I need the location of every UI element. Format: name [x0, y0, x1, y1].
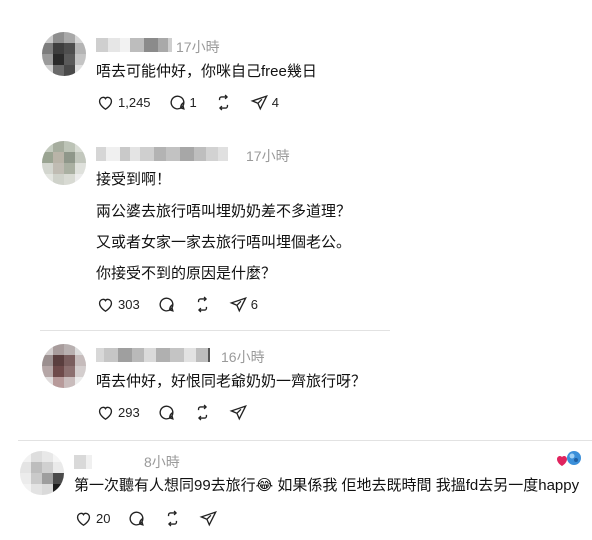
reply-button[interactable]: [157, 403, 176, 422]
comment-text: 接受到啊！: [96, 171, 172, 188]
action-bar: 1,245 1 4: [96, 93, 296, 112]
heart-icon: [98, 96, 113, 111]
comment-text: 唔去仲好，好恨同老爺奶奶一齊旅行呀？: [96, 373, 367, 390]
comment-icon: [159, 405, 174, 420]
reply-count: 1: [189, 95, 197, 110]
avatar[interactable]: [42, 141, 86, 185]
share-icon: [229, 297, 247, 313]
like-count: 20: [96, 511, 111, 526]
timestamp: 17小時: [246, 148, 290, 164]
avatar[interactable]: [20, 451, 64, 495]
action-bar: 20: [74, 509, 235, 528]
repost-icon: [197, 296, 207, 313]
reply-button[interactable]: [127, 509, 146, 528]
timestamp: 17小時: [176, 39, 220, 55]
reply-button[interactable]: [157, 295, 176, 314]
username-blurred[interactable]: [96, 147, 228, 161]
like-count: 293: [118, 405, 140, 420]
comment-icon: [129, 511, 145, 526]
username-blurred[interactable]: [74, 455, 92, 469]
share-icon: [199, 511, 218, 527]
share-button[interactable]: [229, 403, 248, 422]
comment-text: 兩公婆去旅行唔叫埋奶奶差不多道理？: [96, 203, 352, 220]
heart-icon: [98, 406, 113, 421]
like-button[interactable]: 293: [96, 403, 140, 422]
like-count: 303: [118, 297, 140, 312]
like-count: 1,245: [118, 95, 151, 110]
comment-text: 你接受不到的原因是什麼？: [96, 265, 277, 282]
repost-button[interactable]: [193, 403, 212, 422]
timestamp: 16小時: [221, 349, 265, 365]
heart-icon: [98, 298, 113, 313]
like-button[interactable]: 1,245: [96, 93, 151, 112]
username-blurred[interactable]: [96, 38, 172, 52]
share-count: 6: [250, 297, 258, 312]
action-bar: 303 6: [96, 295, 275, 314]
repost-button[interactable]: [163, 509, 182, 528]
share-icon: [229, 405, 247, 421]
comment-icon: [170, 95, 185, 110]
share-button[interactable]: 6: [229, 295, 258, 314]
like-button[interactable]: 303: [96, 295, 140, 314]
comment-icon: [159, 297, 174, 312]
like-button[interactable]: 20: [74, 509, 110, 528]
repost-icon: [218, 94, 228, 111]
divider: [18, 440, 592, 441]
share-button[interactable]: [199, 509, 218, 528]
comment-text: 第一次聽有人想同99去旅行😂 如果係我 佢地去既時間 我搵fd去另一度happy: [74, 477, 580, 494]
timestamp: 8小時: [144, 454, 180, 470]
heart-icon: [76, 512, 91, 527]
avatar[interactable]: [42, 344, 86, 388]
repost-icon: [197, 404, 207, 421]
divider: [40, 330, 390, 331]
share-count: 4: [271, 95, 280, 110]
username-blurred[interactable]: [96, 348, 210, 362]
heart-badge-icon: [557, 451, 581, 466]
reply-button[interactable]: 1: [168, 93, 197, 112]
repost-button[interactable]: [214, 93, 233, 112]
comment-text: 又或者女家一家去旅行唔叫埋個老公。: [96, 234, 352, 251]
avatar[interactable]: [42, 32, 86, 76]
comment-text: 唔去可能仲好，你咪自己free幾日: [96, 63, 317, 80]
share-icon: [250, 95, 268, 111]
share-button[interactable]: 4: [250, 93, 279, 112]
repost-button[interactable]: [193, 295, 212, 314]
action-bar: 293: [96, 403, 265, 422]
repost-icon: [168, 510, 178, 527]
